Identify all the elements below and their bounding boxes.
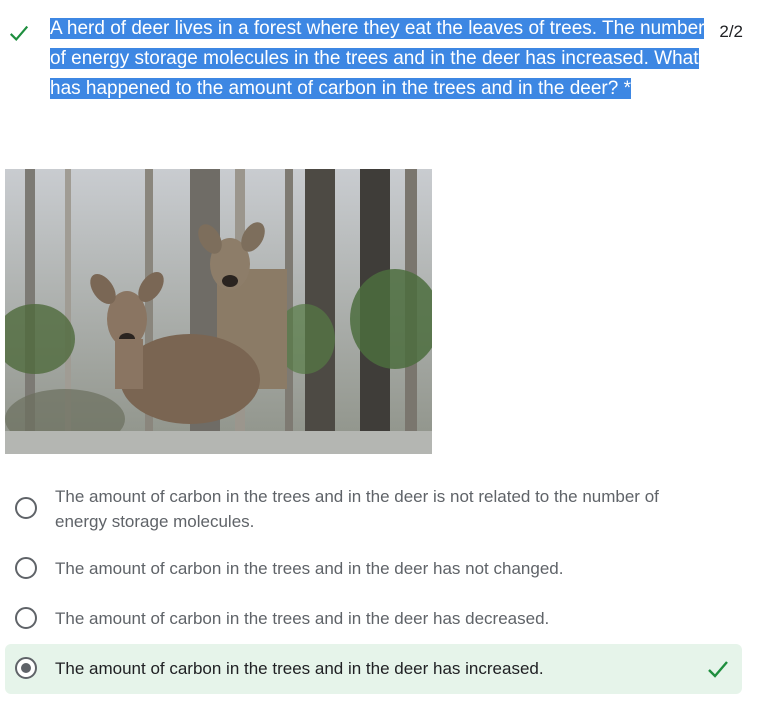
answer-option[interactable]: The amount of carbon in the trees and in… <box>5 550 742 588</box>
correct-check-icon <box>706 657 730 681</box>
option-label: The amount of carbon in the trees and in… <box>55 609 550 628</box>
answer-option-selected[interactable]: The amount of carbon in the trees and in… <box>5 644 742 694</box>
answer-option[interactable]: The amount of carbon in the trees and in… <box>5 600 742 638</box>
radio-button[interactable] <box>15 607 37 629</box>
correct-check-icon <box>8 22 30 44</box>
option-label: The amount of carbon in the trees and in… <box>55 559 564 578</box>
radio-button-selected[interactable] <box>15 657 37 679</box>
question-text: A herd of deer lives in a forest where t… <box>50 14 710 104</box>
score-badge: 2/2 <box>719 22 743 41</box>
option-label: The amount of carbon in the trees and in… <box>55 487 659 531</box>
deer-photo <box>5 169 432 454</box>
radio-button[interactable] <box>15 557 37 579</box>
radio-button[interactable] <box>15 497 37 519</box>
option-label: The amount of carbon in the trees and in… <box>55 659 544 678</box>
question-highlight: A herd of deer lives in a forest where t… <box>50 18 705 99</box>
answer-option[interactable]: The amount of carbon in the trees and in… <box>5 478 742 538</box>
